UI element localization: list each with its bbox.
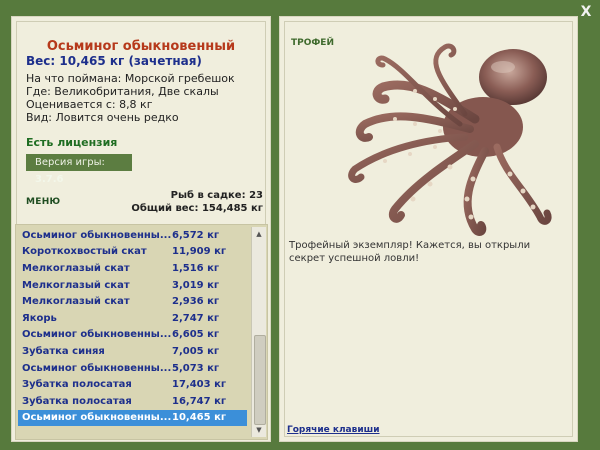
fish-row-weight: 7,005 кг	[172, 345, 220, 357]
fish-name: Короткохвостый скат	[22, 246, 147, 258]
version-label: Версия игры:	[35, 157, 105, 168]
scroll-down-icon[interactable]: ▼	[252, 423, 266, 437]
trophy-panel: ТРОФЕЙ Трофейный экземпляр! Кажется, вы …	[279, 16, 578, 442]
fish-row-weight: 2,936 кг	[172, 296, 220, 308]
trophy-description: Трофейный экземпляр! Кажется, вы открыли…	[289, 240, 531, 264]
hotkeys-link[interactable]: Горячие клавиши	[287, 425, 380, 435]
fish-details: На что поймана: Морской гребешок Где: Ве…	[26, 72, 261, 124]
fish-row-weight: 17,403 кг	[172, 379, 227, 391]
fish-list-row[interactable]: Зубатка полосатая 16,747 кг	[18, 393, 247, 410]
fish-name: Зубатка полосатая	[22, 379, 132, 391]
location-text: Где: Великобритания, Две скалы	[26, 85, 219, 98]
fish-count: Рыб в садке: 23	[170, 190, 263, 201]
fish-list: Осьминог обыкновенны... 6,572 кг Короткохв…	[15, 224, 268, 440]
game-window: X Осьминог обыкновенный Вес: 10,465 кг (…	[0, 0, 600, 450]
fish-row-weight: 5,073 кг	[172, 362, 220, 374]
fish-list-row[interactable]: Короткохвостый скат 11,909 кг	[18, 244, 247, 261]
fish-name: Мелкоглазый скат	[22, 262, 130, 274]
fish-name: Осьминог обыкновенны...	[22, 229, 172, 241]
fish-list-row[interactable]: Осьминог обыкновенны... 10,465 кг	[18, 409, 247, 427]
fish-row-weight: 11,909 кг	[172, 246, 227, 258]
fish-name: Осьминог обыкновенны...	[22, 412, 172, 424]
fish-row-weight: 3,019 кг	[172, 279, 220, 291]
rarity-text: Вид: Ловится очень редко	[26, 111, 179, 124]
scroll-up-icon[interactable]: ▲	[252, 227, 266, 241]
fish-name: Мелкоглазый скат	[22, 296, 130, 308]
bait-text: На что поймана: Морской гребешок	[26, 72, 235, 85]
total-weight: Общий вес: 154,485 кг	[131, 203, 263, 214]
fish-list-row[interactable]: Осьминог обыкновенны... 6,572 кг	[18, 227, 247, 244]
fish-name: Зубатка полосатая	[22, 395, 132, 407]
fish-name: Зубатка синяя	[22, 345, 105, 357]
fish-list-row[interactable]: Мелкоглазый скат 1,516 кг	[18, 260, 247, 277]
fish-list-row[interactable]: Осьминог обыкновенны... 5,073 кг	[18, 360, 247, 377]
catch-info-panel: Осьминог обыкновенный Вес: 10,465 кг (за…	[11, 16, 271, 442]
fish-list-row[interactable]: Осьминог обыкновенны... 6,605 кг	[18, 327, 247, 344]
fish-row-weight: 1,516 кг	[172, 262, 220, 274]
fish-list-scrollbar[interactable]: ▲ ▼	[251, 227, 266, 437]
fish-list-row[interactable]: Якорь 2,747 кг	[18, 310, 247, 327]
value-text: Оценивается с: 8,8 кг	[26, 98, 153, 111]
fish-row-weight: 2,747 кг	[172, 312, 220, 324]
version-number: 3.7.6	[35, 174, 64, 185]
close-button[interactable]: X	[578, 4, 594, 20]
fish-weight: Вес: 10,465 кг (зачетная)	[26, 54, 202, 68]
fish-name: Якорь	[22, 312, 57, 324]
fish-list-row[interactable]: Зубатка полосатая 17,403 кг	[18, 376, 247, 393]
fish-list-row[interactable]: Зубатка синяя 7,005 кг	[18, 343, 247, 360]
octopus-image	[348, 43, 552, 236]
fish-list-row[interactable]: Мелкоглазый скат 2,936 кг	[18, 293, 247, 310]
fish-row-weight: 16,747 кг	[172, 395, 227, 407]
keepnet-stats: Рыб в садке: 23 Общий вес: 154,485 кг	[131, 189, 263, 215]
fish-name: Мелкоглазый скат	[22, 279, 130, 291]
fish-list-rows: Осьминог обыкновенны... 6,572 кг Короткохв…	[18, 227, 247, 437]
fish-row-weight: 6,605 кг	[172, 329, 220, 341]
fish-title: Осьминог обыкновенный	[46, 39, 236, 54]
license-status: Есть лицензия	[26, 136, 118, 149]
fish-list-row[interactable]: Мелкоглазый скат 3,019 кг	[18, 277, 247, 294]
fish-name: Осьминог обыкновенны...	[22, 362, 172, 374]
fish-name: Осьминог обыкновенны...	[22, 329, 172, 341]
menu-button[interactable]: МЕНЮ	[26, 197, 60, 207]
fish-row-weight: 6,572 кг	[172, 229, 220, 241]
version-badge: Версия игры: 3.7.6	[26, 154, 132, 185]
fish-row-weight: 10,465 кг	[172, 412, 227, 424]
scroll-thumb[interactable]	[254, 335, 266, 425]
